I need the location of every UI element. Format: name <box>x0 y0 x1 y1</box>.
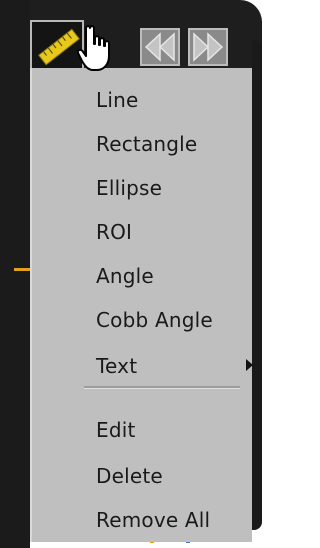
submenu-arrow-icon <box>246 359 253 371</box>
viewer-frame: Line Rectangle Ellipse ROI Angle Cobb An… <box>0 0 262 548</box>
menu-item-roi[interactable]: ROI <box>96 220 132 244</box>
marker-tick <box>14 268 30 271</box>
measurement-menu: Line Rectangle Ellipse ROI Angle Cobb An… <box>30 68 253 542</box>
menu-separator <box>84 386 240 389</box>
hand-cursor-icon <box>76 25 110 71</box>
menu-item-edit[interactable]: Edit <box>96 418 136 442</box>
menu-item-rectangle[interactable]: Rectangle <box>96 132 197 156</box>
next-icon <box>193 32 224 62</box>
menu-item-cobb-angle[interactable]: Cobb Angle <box>96 308 213 332</box>
menu-item-line[interactable]: Line <box>96 88 138 112</box>
menu-item-delete[interactable]: Delete <box>96 464 163 488</box>
menu-item-text[interactable]: Text <box>96 354 137 378</box>
viewer-right-edge <box>252 40 262 530</box>
next-button[interactable] <box>188 28 228 66</box>
menu-item-angle[interactable]: Angle <box>96 264 154 288</box>
menu-item-remove-all[interactable]: Remove All <box>96 508 210 532</box>
previous-icon <box>144 32 175 62</box>
viewer-left-edge <box>0 0 30 548</box>
previous-button[interactable] <box>140 28 180 66</box>
menu-item-ellipse[interactable]: Ellipse <box>96 176 162 200</box>
